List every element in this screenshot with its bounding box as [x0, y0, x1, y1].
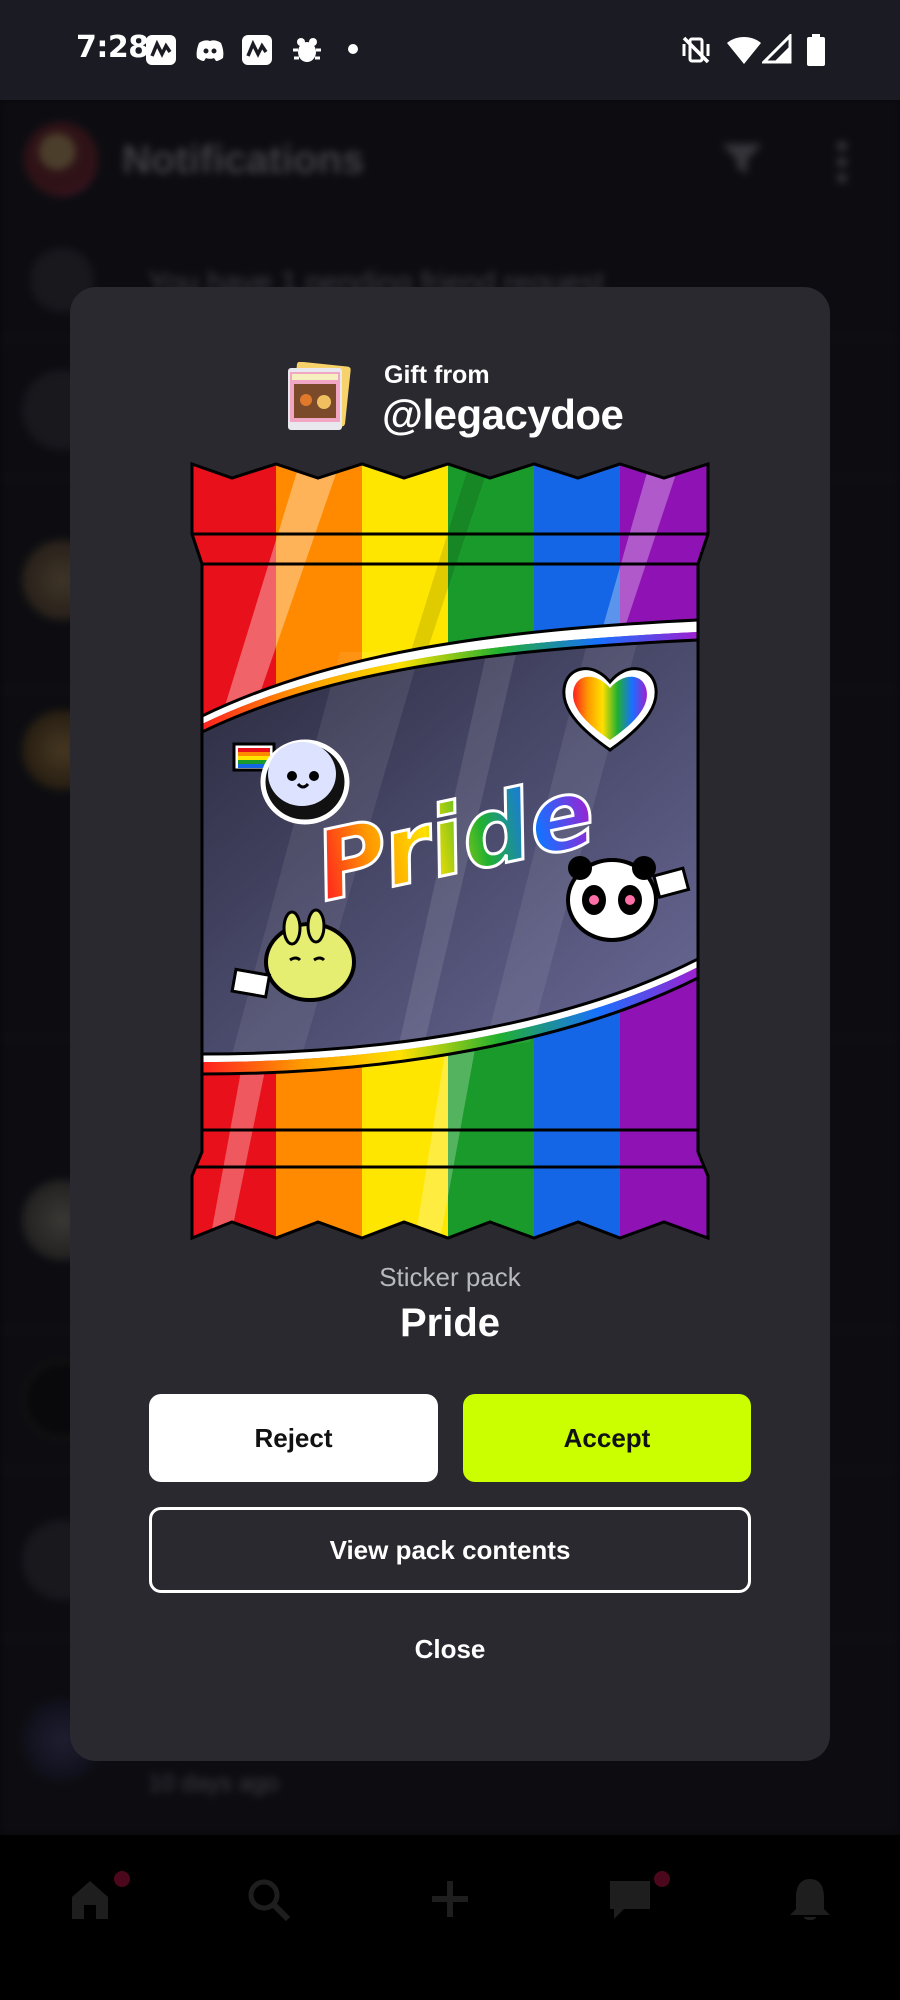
gift-sender-username[interactable]: @legacydoe	[382, 391, 624, 439]
reject-button[interactable]: Reject	[149, 1394, 438, 1482]
bug-icon	[293, 38, 321, 62]
vibrate-off-icon	[682, 36, 710, 64]
close-button[interactable]: Close	[349, 1619, 551, 1679]
status-bar: 7:28	[0, 0, 900, 100]
signal-icon	[762, 34, 792, 64]
discord-icon	[196, 40, 224, 61]
app-icon-b	[242, 35, 272, 65]
battery-icon	[807, 34, 825, 66]
status-time: 7:28	[76, 30, 149, 65]
gift-from-label: Gift from	[384, 361, 490, 389]
view-pack-contents-button[interactable]: View pack contents	[149, 1507, 751, 1593]
sticker-pack-thumbnail	[288, 362, 351, 430]
dot-icon	[348, 44, 358, 54]
sticker-pack-artwork: Pride	[190, 462, 710, 1240]
wifi-icon	[727, 37, 761, 64]
gift-dialog: Gift from @legacydoe Pride Sticker pack …	[70, 287, 830, 1761]
accept-button[interactable]: Accept	[463, 1394, 751, 1482]
app-icon-a	[146, 35, 176, 65]
pack-name: Pride	[399, 1301, 501, 1345]
pack-type-label: Sticker pack	[379, 1262, 521, 1292]
